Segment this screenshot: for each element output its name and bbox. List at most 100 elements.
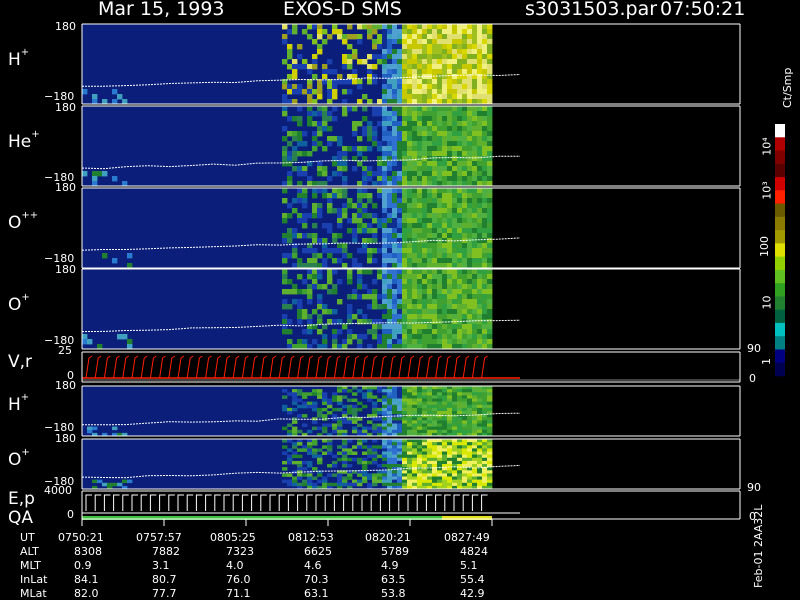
- ephemeris-row-label: UT: [20, 531, 35, 544]
- spectrogram-cell: [382, 423, 388, 427]
- spectrogram-cell: [437, 69, 443, 75]
- spectrogram-cell: [452, 84, 458, 90]
- spectrogram-cell: [447, 248, 453, 254]
- spectrogram-cell: [412, 269, 418, 275]
- spectrogram-cell: [387, 294, 393, 300]
- spectrogram-cell: [452, 44, 458, 50]
- spectrogram-cell: [397, 84, 403, 90]
- spectrogram-cell: [487, 451, 493, 455]
- spectrogram-cell: [287, 116, 293, 122]
- spectrogram-cell: [322, 111, 328, 117]
- spectrogram-cell: [437, 294, 443, 300]
- spectrogram-cell: [487, 126, 493, 132]
- spectrogram-cell: [382, 442, 388, 446]
- spectrogram-cell: [372, 24, 378, 30]
- spectrogram-cell: [437, 151, 443, 157]
- spectrogram-cell: [82, 339, 88, 345]
- spectrogram-cell: [382, 319, 388, 325]
- spectrogram-cell: [422, 136, 428, 142]
- spectrogram-cell: [347, 389, 353, 393]
- spectrogram-cell: [447, 309, 453, 315]
- spectrogram-cell: [422, 398, 428, 402]
- spectrogram-cell: [317, 203, 323, 209]
- spectrogram-cell: [432, 401, 438, 406]
- spectrogram-cell: [482, 223, 488, 229]
- spectrogram-cell: [347, 279, 353, 285]
- ep-step: [407, 494, 414, 511]
- ephemeris-cell: 80.7: [152, 573, 177, 586]
- spectrogram-cell: [482, 294, 488, 300]
- spectrogram-cell: [462, 401, 468, 406]
- spectrogram-cell: [452, 420, 458, 424]
- spectrogram-cell: [422, 94, 428, 100]
- spectrogram-cell: [387, 79, 393, 85]
- spectrogram-cell: [377, 24, 383, 30]
- spectrogram-cell: [297, 448, 303, 452]
- spectrogram-cell: [407, 233, 413, 239]
- spectrogram-cell: [362, 426, 368, 431]
- spectrogram-cell: [92, 176, 98, 182]
- spectrogram-cell: [467, 417, 473, 421]
- vr-spike: [471, 355, 479, 379]
- spectrogram-cell: [322, 171, 328, 177]
- spectrogram-cell: [472, 203, 478, 209]
- spectrogram-figure: Mar 15, 1993 EXOS-D SMS s3031503.par 07:…: [0, 0, 800, 600]
- ephemeris-row-label: InLat: [20, 573, 48, 586]
- spectrogram-cell: [292, 74, 298, 80]
- spectrogram-cell: [482, 84, 488, 90]
- spectrogram-cell: [402, 156, 408, 162]
- spectrogram-cell: [387, 166, 393, 172]
- spectrogram-cell: [437, 84, 443, 90]
- spectrogram-cell: [437, 429, 443, 434]
- spectrogram-cell: [392, 314, 398, 320]
- spectrogram-cell: [442, 161, 448, 167]
- spectrogram-cell: [457, 29, 463, 35]
- spectrogram-cell: [382, 451, 388, 455]
- spectrogram-cell: [452, 176, 458, 182]
- spectrogram-cell: [332, 398, 338, 402]
- spectrogram-cell: [342, 34, 348, 40]
- spectrogram-cell: [342, 448, 348, 452]
- spectrogram-cell: [397, 464, 403, 468]
- spectrogram-cell: [422, 223, 428, 229]
- spectrogram-cell: [332, 136, 338, 142]
- spectrogram-cell: [432, 439, 438, 443]
- spectrogram-cell: [362, 464, 368, 468]
- spectrogram-cell: [347, 417, 353, 421]
- spectrogram-cell: [377, 429, 383, 434]
- spectrogram-cell: [397, 171, 403, 177]
- spectrogram-cell: [442, 84, 448, 90]
- spectrogram-cell: [427, 161, 433, 167]
- spectrogram-cell: [297, 404, 303, 409]
- spectrogram-cell: [417, 233, 423, 239]
- spectrogram-cell: [397, 203, 403, 209]
- spectrogram-cell: [487, 218, 493, 224]
- spectrogram-cell: [287, 156, 293, 162]
- spectrogram-cell: [387, 54, 393, 60]
- spectrogram-cell: [297, 319, 303, 325]
- ephemeris-cell: 3.1: [152, 559, 170, 572]
- y-tick-max: 25: [58, 344, 72, 357]
- spectrogram-cell: [482, 64, 488, 70]
- spectrogram-cell: [362, 171, 368, 177]
- spectrogram-cell: [407, 269, 413, 275]
- spectrogram-cell: [412, 166, 418, 172]
- spectrogram-cell: [387, 49, 393, 55]
- spectrogram-cell: [427, 121, 433, 127]
- spectrogram-cell: [412, 233, 418, 239]
- spectrogram-cell: [487, 460, 493, 465]
- spectrogram-cell: [432, 392, 438, 396]
- spectrogram-cell: [487, 279, 493, 285]
- spectrogram-cell: [287, 439, 293, 443]
- spectrogram-cell: [487, 49, 493, 55]
- spectrogram-cell: [432, 29, 438, 35]
- spectrogram-cell: [402, 34, 408, 40]
- spectrogram-cell: [382, 309, 388, 315]
- ep-step: [251, 494, 258, 511]
- spectrogram-cell: [287, 279, 293, 285]
- spectrogram-cell: [402, 188, 408, 194]
- spectrogram-cell: [452, 269, 458, 275]
- spectrogram-cell: [387, 442, 393, 446]
- spectrogram-cell: [417, 476, 423, 480]
- spectrogram-cell: [377, 193, 383, 199]
